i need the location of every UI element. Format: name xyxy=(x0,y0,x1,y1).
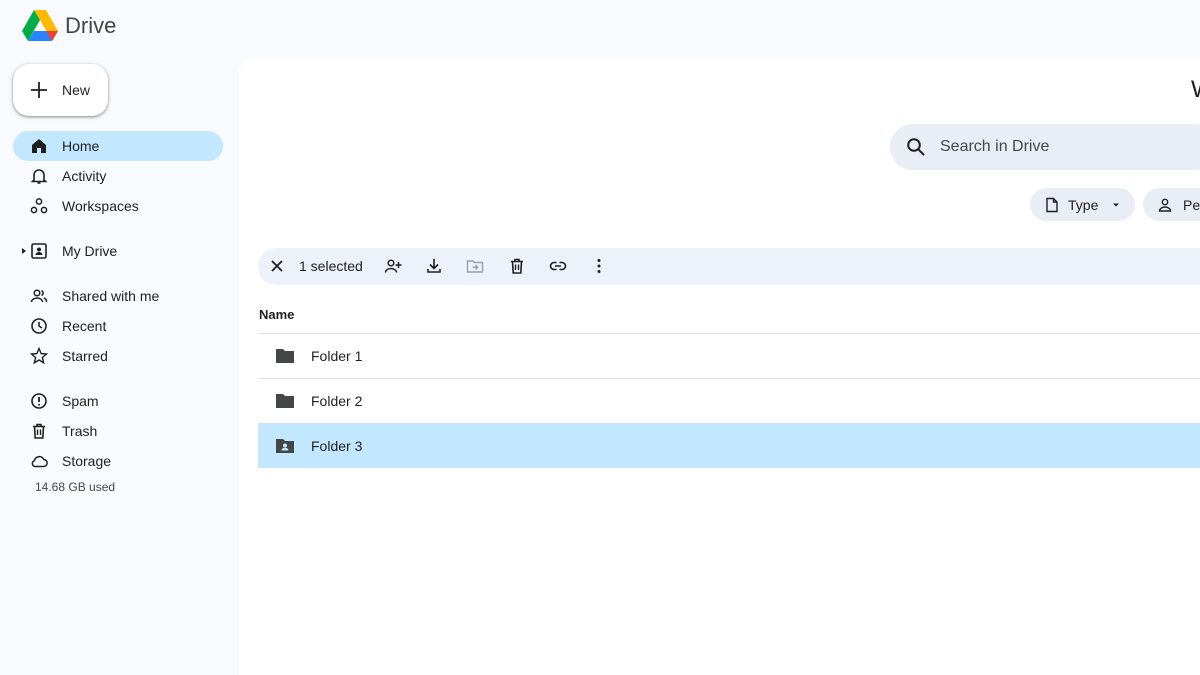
share-button[interactable] xyxy=(380,253,406,279)
search-input[interactable] xyxy=(940,138,1190,156)
type-filter-chip[interactable]: Type xyxy=(1030,188,1135,221)
bell-icon xyxy=(29,166,49,186)
clear-selection-button[interactable] xyxy=(264,253,290,279)
sidebar-item-label: Trash xyxy=(62,423,98,439)
my-drive-icon xyxy=(29,241,49,261)
delete-button[interactable] xyxy=(504,253,530,279)
drive-app: Drive New Home Activity Workspaces My Dr… xyxy=(0,0,1200,675)
table-row-selected[interactable]: Folder 3 xyxy=(258,423,1200,468)
sidebar-item-label: Starred xyxy=(62,348,108,364)
selected-count: 1 selected xyxy=(299,258,363,274)
sidebar-item-label: Workspaces xyxy=(62,198,139,214)
cloud-icon xyxy=(29,451,49,471)
app-title: Drive xyxy=(65,13,117,38)
sidebar-item-trash[interactable]: Trash xyxy=(13,416,223,446)
sidebar-item-shared[interactable]: Shared with me xyxy=(13,281,223,311)
table-row[interactable]: Folder 1 xyxy=(258,333,1200,378)
new-button[interactable]: New xyxy=(13,64,108,116)
sidebar-item-storage[interactable]: Storage xyxy=(13,446,223,476)
sidebar-item-label: Home xyxy=(62,138,100,154)
search-bar[interactable] xyxy=(890,124,1200,170)
folder-name: Folder 1 xyxy=(311,348,363,364)
move-to-folder-icon xyxy=(466,260,484,273)
clock-icon xyxy=(29,316,49,336)
close-icon xyxy=(271,260,283,272)
sidebar-item-my-drive[interactable]: My Drive xyxy=(13,236,223,266)
sidebar-item-recent[interactable]: Recent xyxy=(13,311,223,341)
download-button[interactable] xyxy=(421,253,447,279)
type-filter-label: Type xyxy=(1068,196,1099,213)
trash-icon xyxy=(29,421,49,441)
shared-folder-icon xyxy=(276,439,294,453)
folder-name: Folder 2 xyxy=(311,393,363,409)
person-icon xyxy=(1158,198,1172,212)
folder-icon xyxy=(276,394,294,408)
sidebar-item-home[interactable]: Home xyxy=(13,131,223,161)
add-person-icon xyxy=(384,259,402,273)
column-header-name[interactable]: Name xyxy=(259,307,294,322)
spam-icon xyxy=(29,391,49,411)
sidebar-item-label: Spam xyxy=(62,393,99,409)
link-icon xyxy=(549,261,567,271)
dropdown-arrow-icon xyxy=(1113,203,1120,206)
welcome-heading: W xyxy=(1191,76,1200,104)
search-icon[interactable] xyxy=(906,137,926,157)
folder-icon xyxy=(276,349,294,363)
sidebar-item-workspaces[interactable]: Workspaces xyxy=(13,191,223,221)
drive-logo-icon[interactable] xyxy=(22,10,58,42)
sidebar-item-label: Shared with me xyxy=(62,288,160,304)
trash-icon xyxy=(511,258,523,274)
plus-icon xyxy=(31,82,47,98)
people-filter-chip[interactable]: Peo xyxy=(1143,188,1200,221)
star-icon xyxy=(29,346,49,366)
download-icon xyxy=(427,259,441,273)
sidebar-item-starred[interactable]: Starred xyxy=(13,341,223,371)
sidebar-item-label: My Drive xyxy=(62,243,118,259)
more-actions-button[interactable] xyxy=(586,253,612,279)
sidebar-item-activity[interactable]: Activity xyxy=(13,161,223,191)
folder-name: Folder 3 xyxy=(311,438,363,454)
workspaces-icon xyxy=(29,196,49,216)
table-row[interactable]: Folder 2 xyxy=(258,378,1200,423)
new-button-label: New xyxy=(62,82,91,98)
move-button[interactable] xyxy=(462,253,488,279)
sidebar-item-label: Storage xyxy=(62,453,112,469)
home-icon xyxy=(29,136,49,156)
file-icon xyxy=(1046,197,1058,212)
more-vert-icon xyxy=(597,259,601,273)
copy-link-button[interactable] xyxy=(545,253,571,279)
people-icon xyxy=(29,286,49,306)
storage-usage-text: 14.68 GB used xyxy=(35,480,116,494)
people-filter-label: Peo xyxy=(1183,196,1200,213)
sidebar-item-spam[interactable]: Spam xyxy=(13,386,223,416)
sidebar-item-label: Activity xyxy=(62,168,107,184)
sidebar-item-label: Recent xyxy=(62,318,107,334)
